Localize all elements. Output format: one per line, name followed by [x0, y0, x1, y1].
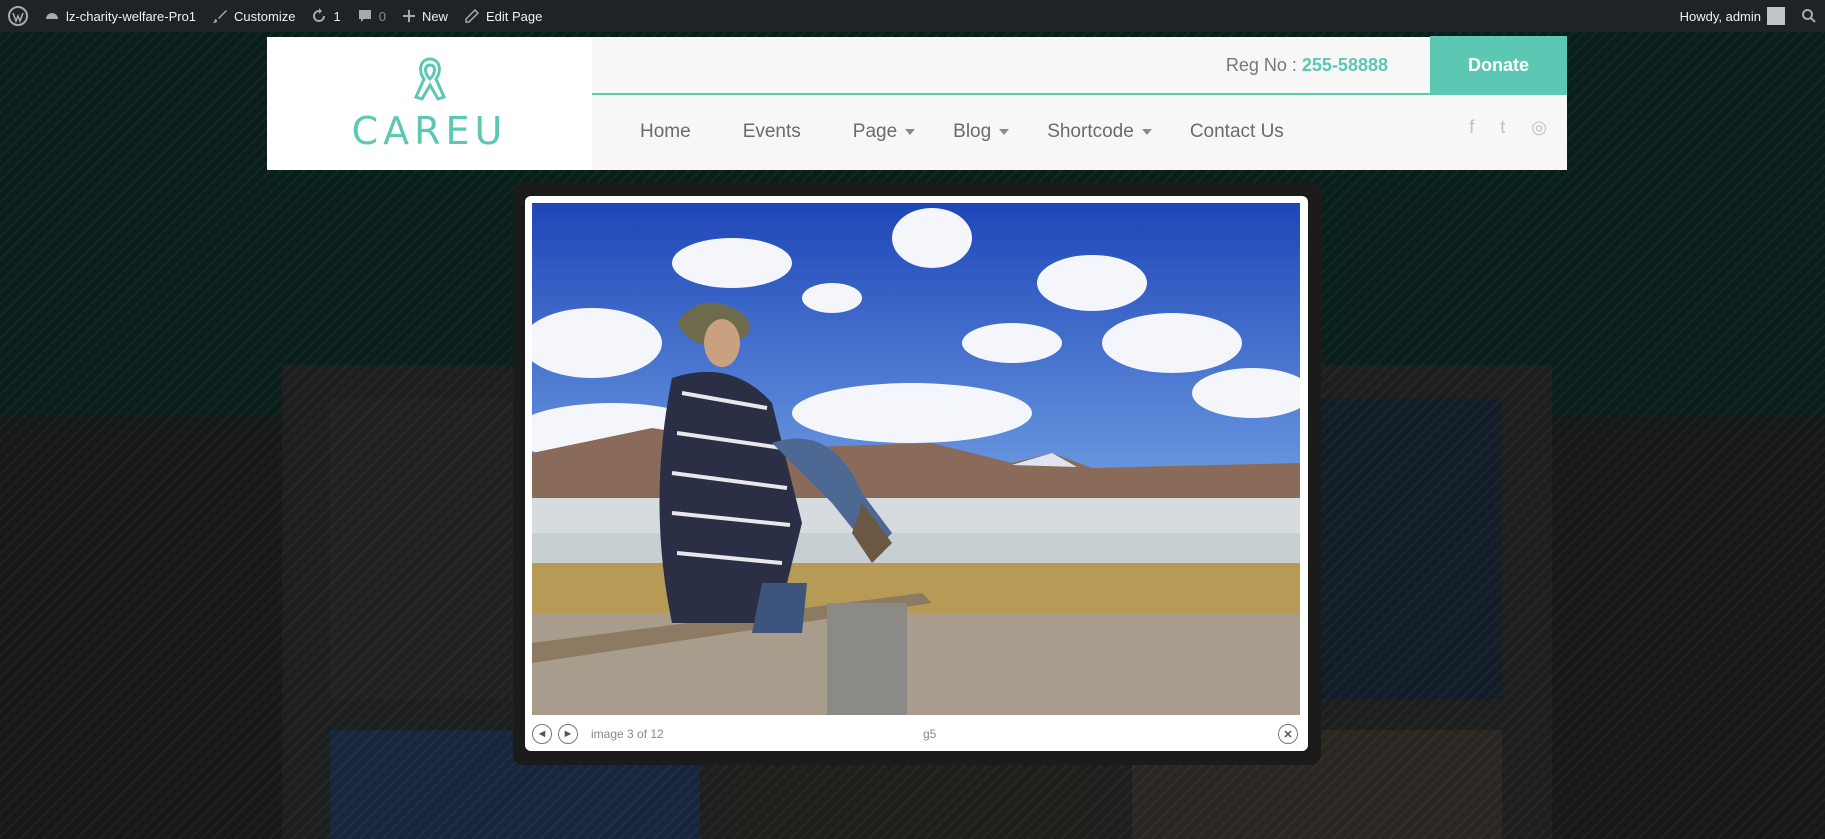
- twitter-icon[interactable]: t: [1500, 117, 1505, 138]
- chevron-down-icon: [905, 128, 916, 135]
- dashboard-icon: [46, 13, 58, 19]
- updates-count: 1: [333, 8, 341, 24]
- nav-item-blog[interactable]: Blog: [953, 120, 1010, 143]
- lightbox-container: ◄ ► image 3 of 12 g5 ✕: [513, 183, 1321, 765]
- wordpress-menu[interactable]: [0, 0, 36, 32]
- howdy-label: Howdy, admin: [1679, 8, 1761, 24]
- next-button[interactable]: ►: [558, 724, 578, 744]
- admin-search[interactable]: [1793, 0, 1825, 32]
- account-menu[interactable]: Howdy, admin: [1672, 0, 1793, 32]
- nav-item-page[interactable]: Page: [852, 120, 916, 143]
- lightbox-image[interactable]: [532, 203, 1300, 715]
- previous-button[interactable]: ◄: [532, 724, 552, 744]
- header-right: Reg No : 255-58888 Donate Home Events Pa…: [592, 36, 1567, 170]
- donate-button[interactable]: Donate: [1430, 36, 1567, 94]
- site-name-link[interactable]: lz-charity-welfare-Pro1: [36, 0, 204, 32]
- search-icon: [1802, 9, 1816, 23]
- brush-icon: [213, 10, 228, 23]
- image-caption: g5: [923, 727, 937, 741]
- nav-label: Shortcode: [1047, 120, 1134, 142]
- chevron-down-icon: [1141, 128, 1152, 135]
- comments-count: 0: [378, 8, 386, 24]
- pencil-icon: [465, 8, 480, 23]
- nav-item-contact[interactable]: Contact Us: [1190, 121, 1284, 143]
- wordpress-icon: [8, 6, 28, 26]
- avatar: [1767, 7, 1785, 25]
- registration-number: Reg No : 255-58888: [1226, 55, 1388, 76]
- plus-icon: [402, 10, 415, 22]
- facebook-icon[interactable]: f: [1469, 117, 1474, 138]
- nav-item-home[interactable]: Home: [640, 121, 691, 143]
- refresh-icon: [313, 8, 326, 22]
- new-content-link[interactable]: New: [394, 0, 456, 32]
- lightbox: ◄ ► image 3 of 12 g5 ✕: [525, 196, 1308, 751]
- customize-link[interactable]: Customize: [204, 0, 303, 32]
- nav-item-shortcode[interactable]: Shortcode: [1047, 121, 1152, 143]
- admin-bar: lz-charity-welfare-Pro1 Customize 1 0 Ne…: [0, 0, 1825, 32]
- close-icon: ✕: [1283, 728, 1293, 741]
- new-label: New: [421, 8, 448, 24]
- header-topstrip: Reg No : 255-58888 Donate: [592, 36, 1567, 95]
- close-button[interactable]: ✕: [1278, 724, 1298, 744]
- nav-label: Blog: [953, 120, 992, 142]
- edit-page-link[interactable]: Edit Page: [456, 0, 550, 32]
- arrow-right-icon: ►: [562, 728, 574, 740]
- photo-man-on-bench: [532, 203, 1300, 715]
- customize-label: Customize: [234, 8, 296, 24]
- reg-number: 255-58888: [1301, 54, 1388, 75]
- site-logo[interactable]: CAREU: [267, 37, 592, 170]
- social-links: f t ◎: [1469, 117, 1547, 138]
- site-header: CAREU Reg No : 255-58888 Donate Home Eve…: [267, 36, 1567, 170]
- nav-item-events[interactable]: Events: [743, 121, 801, 143]
- arrow-left-icon: ◄: [536, 728, 548, 740]
- nav-label: Contact Us: [1189, 120, 1284, 142]
- lightbox-footer: ◄ ► image 3 of 12 g5 ✕: [525, 715, 1308, 751]
- logo-text: CAREU: [351, 108, 508, 153]
- site-name: lz-charity-welfare-Pro1: [66, 8, 197, 24]
- updates-link[interactable]: 1: [303, 0, 348, 32]
- nav-label: Home: [640, 120, 691, 142]
- comment-icon: [358, 10, 371, 22]
- ribbon-icon: [413, 56, 446, 101]
- edit-page-label: Edit Page: [485, 8, 543, 24]
- chevron-down-icon: [999, 128, 1010, 135]
- nav-label: Page: [852, 120, 898, 142]
- image-counter: image 3 of 12: [591, 727, 664, 741]
- comments-link[interactable]: 0: [349, 0, 394, 32]
- instagram-icon[interactable]: ◎: [1531, 117, 1547, 138]
- main-nav: Home Events Page Blog Shortcode Contact …: [592, 95, 1567, 168]
- reg-label: Reg No :: [1225, 54, 1297, 75]
- nav-label: Events: [742, 120, 801, 142]
